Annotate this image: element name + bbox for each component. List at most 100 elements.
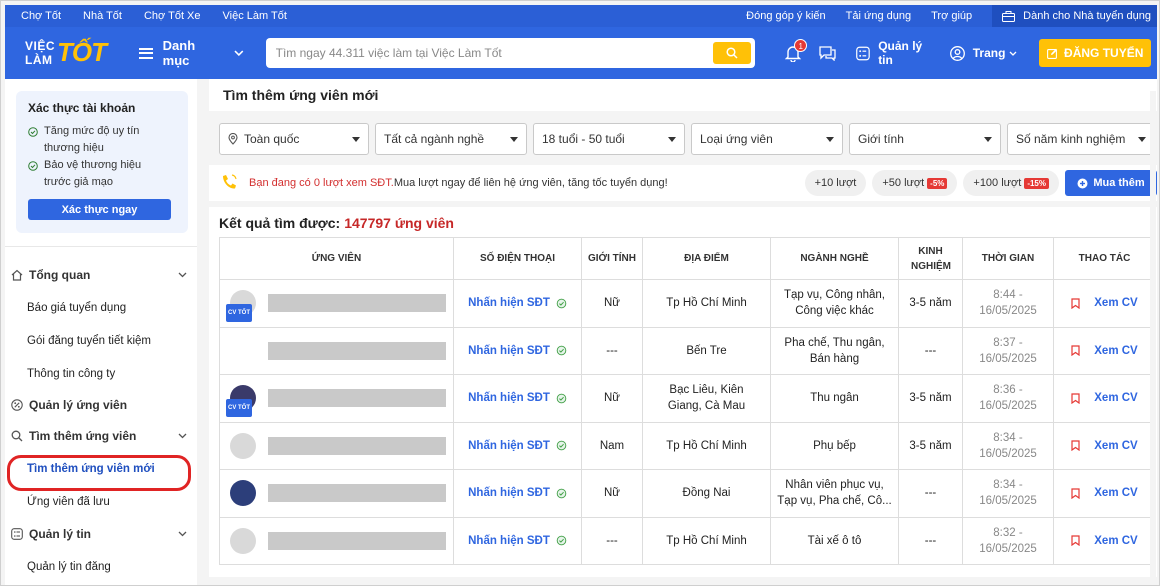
discount-badge: -5% bbox=[927, 177, 948, 189]
bookmark-icon[interactable] bbox=[1071, 298, 1080, 309]
sidebar-section-label: Tìm thêm ứng viên bbox=[29, 429, 137, 443]
time-cell: 8:36 - 16/05/2025 bbox=[962, 374, 1054, 423]
sidebar-item-company-info[interactable]: Thông tin công ty bbox=[5, 357, 197, 390]
page-frame: Chợ Tốt Nhà Tốt Chợ Tốt Xe Việc Làm Tốt … bbox=[0, 0, 1160, 586]
reveal-phone-button[interactable]: Nhấn hiện SĐT bbox=[454, 438, 581, 454]
category-menu-label: Danh mục bbox=[162, 38, 196, 68]
view-cv-button[interactable]: Xem CV bbox=[1054, 438, 1155, 454]
gender-filter[interactable]: Giới tính bbox=[849, 123, 1001, 155]
buy-more-label: Mua thêm bbox=[1093, 177, 1145, 189]
topbar-link-help[interactable]: Trợ giúp bbox=[931, 10, 972, 22]
reveal-phone-button[interactable]: Nhấn hiện SĐT bbox=[454, 533, 581, 549]
employer-link[interactable]: Dành cho Nhà tuyển dụng bbox=[992, 5, 1157, 27]
search-button[interactable] bbox=[713, 42, 752, 64]
bookmark-icon[interactable] bbox=[1071, 488, 1080, 499]
logo-text-lam: LÀM bbox=[25, 53, 53, 67]
phone-cell: Nhấn hiện SĐT bbox=[453, 326, 582, 375]
page-menu-label: Trang bbox=[972, 46, 1006, 60]
reveal-phone-button[interactable]: Nhấn hiện SĐT bbox=[454, 295, 581, 311]
reveal-phone-button[interactable]: Nhấn hiện SĐT bbox=[454, 343, 581, 359]
topbar-link-cho-tot[interactable]: Chợ Tốt bbox=[21, 10, 61, 22]
page-scrollbar[interactable] bbox=[1150, 91, 1156, 585]
time-cell: 8:34 - 16/05/2025 bbox=[962, 421, 1054, 470]
sidebar-item-manage-posts[interactable]: Quản lý tin đăng bbox=[5, 550, 197, 583]
bookmark-icon[interactable] bbox=[1071, 535, 1080, 547]
view-cv-button[interactable]: Xem CV bbox=[1054, 295, 1155, 311]
topbar-link-viec-lam-tot[interactable]: Việc Làm Tốt bbox=[223, 10, 287, 22]
industry-filter[interactable]: Tất cả ngành nghề bbox=[375, 123, 527, 155]
gender-cell: Nữ bbox=[581, 279, 643, 328]
search-input[interactable] bbox=[275, 46, 714, 60]
verify-now-button[interactable]: Xác thực ngay bbox=[28, 199, 171, 220]
candidate-cell bbox=[219, 421, 454, 470]
industry-cell: Thu ngân bbox=[770, 374, 899, 423]
view-cv-button[interactable]: Xem CV bbox=[1054, 343, 1155, 359]
chevron-down-icon bbox=[178, 272, 187, 278]
results-label: Kết quả tìm được: bbox=[219, 215, 341, 231]
cv-tot-badge: CV TỐT bbox=[226, 304, 252, 323]
top-utility-bar: Chợ Tốt Nhà Tốt Chợ Tốt Xe Việc Làm Tốt … bbox=[5, 5, 1157, 27]
industry-cell: Nhân viên phục vụ, Tạp vụ, Pha chế, Cô..… bbox=[770, 469, 899, 518]
page-menu[interactable]: Trang bbox=[949, 45, 1026, 61]
chat-button[interactable] bbox=[819, 45, 836, 61]
sidebar-section-find-candidates[interactable]: Tìm thêm ứng viên bbox=[5, 420, 197, 452]
notification-button[interactable]: 1 bbox=[785, 38, 808, 62]
buy-more-button[interactable]: Mua thêm bbox=[1065, 170, 1157, 196]
age-filter[interactable]: 18 tuổi - 50 tuổi bbox=[533, 123, 685, 155]
candidates-table: ỨNG VIÊN SỐ ĐIỆN THOẠI GIỚI TÍNH ĐỊA ĐIỂ… bbox=[219, 237, 1156, 565]
reveal-phone-label: Nhấn hiện SĐT bbox=[468, 439, 550, 452]
bookmark-icon[interactable] bbox=[1071, 440, 1080, 452]
bookmark-icon[interactable] bbox=[1071, 393, 1080, 404]
candidate-cell: CV TỐT bbox=[219, 374, 454, 423]
avatar bbox=[230, 480, 256, 507]
gender-cell: --- bbox=[581, 516, 643, 565]
reveal-phone-button[interactable]: Nhấn hiện SĐT bbox=[454, 390, 581, 406]
gender-cell: Nam bbox=[581, 421, 643, 470]
verify-account-card: Xác thực tài khoản Tăng mức độ uy tín th… bbox=[16, 91, 188, 233]
view-cv-button[interactable]: Xem CV bbox=[1054, 533, 1155, 549]
category-menu-button[interactable]: Danh mục bbox=[139, 38, 244, 68]
blurred-candidate-name bbox=[268, 341, 446, 360]
view-cv-label: Xem CV bbox=[1094, 534, 1138, 547]
post-job-button[interactable]: ĐĂNG TUYỂN bbox=[1039, 39, 1151, 67]
topbar-link-download-app[interactable]: Tải ứng dụng bbox=[846, 10, 911, 22]
buy-100-credits-pill[interactable]: +100 lượt -15% bbox=[963, 170, 1059, 196]
search-icon bbox=[726, 47, 738, 59]
user-icon bbox=[949, 45, 965, 61]
phone-credit-notice: Bạn đang có 0 lượt xem SĐT. Mua lượt nga… bbox=[209, 165, 1157, 201]
topbar-link-nha-tot[interactable]: Nhà Tốt bbox=[83, 10, 122, 22]
list-box-icon bbox=[11, 528, 23, 540]
location-filter[interactable]: Toàn quốc bbox=[219, 123, 369, 155]
viec-lam-tot-logo[interactable]: VIỆC LÀM TỐT bbox=[23, 36, 113, 70]
reveal-phone-button[interactable]: Nhấn hiện SĐT bbox=[454, 485, 581, 501]
sidebar-item-find-new-candidates[interactable]: Tìm thêm ứng viên mới bbox=[5, 452, 197, 491]
candidate-type-filter[interactable]: Loại ứng viên bbox=[691, 123, 843, 155]
verify-benefit-text: Tăng mức độ uy tín thương hiệu bbox=[44, 125, 140, 154]
buy-50-credits-pill[interactable]: +50 lượt -5% bbox=[872, 170, 958, 196]
bookmark-icon[interactable] bbox=[1071, 345, 1080, 357]
cv-tot-badge: CV TỐT bbox=[226, 399, 252, 418]
topbar-link-feedback[interactable]: Đóng góp ý kiến bbox=[746, 10, 826, 22]
action-cell: Xem CV bbox=[1053, 516, 1156, 565]
experience-cell: 3-5 năm bbox=[898, 279, 963, 328]
column-header: THAO TÁC bbox=[1053, 237, 1156, 280]
experience-filter[interactable]: Số năm kinh nghiệm bbox=[1007, 123, 1155, 155]
sidebar-section-manage-news[interactable]: Quản lý tin bbox=[5, 518, 197, 550]
sidebar-section-overview[interactable]: Tổng quan bbox=[5, 259, 197, 291]
table-row: Nhấn hiện SĐT Nữ Đồng Nai Nhân viên phục vụ… bbox=[219, 469, 1156, 518]
sidebar-item-saving-package[interactable]: Gói đăng tuyển tiết kiệm bbox=[5, 324, 197, 357]
view-cv-button[interactable]: Xem CV bbox=[1054, 390, 1155, 406]
sidebar-item-pricing[interactable]: Báo giá tuyển dụng bbox=[5, 291, 197, 324]
view-cv-button[interactable]: Xem CV bbox=[1054, 485, 1155, 501]
chat-icon bbox=[819, 45, 836, 61]
candidate-cell bbox=[219, 326, 454, 375]
topbar-link-cho-tot-xe[interactable]: Chợ Tốt Xe bbox=[144, 10, 201, 22]
buy-10-credits-pill[interactable]: +10 lượt bbox=[804, 170, 867, 196]
gender-cell: Nữ bbox=[581, 469, 643, 518]
table-row: Nhấn hiện SĐT --- Bến Tre Pha chế, Thu ngân… bbox=[219, 326, 1156, 375]
manage-news-link[interactable]: Quản lý tin bbox=[856, 39, 935, 67]
blurred-candidate-name bbox=[268, 484, 446, 503]
pill-label: +100 lượt bbox=[973, 177, 1022, 189]
plus-circle-icon bbox=[1077, 178, 1088, 188]
sidebar-section-manage-candidates[interactable]: Quản lý ứng viên bbox=[5, 390, 197, 420]
